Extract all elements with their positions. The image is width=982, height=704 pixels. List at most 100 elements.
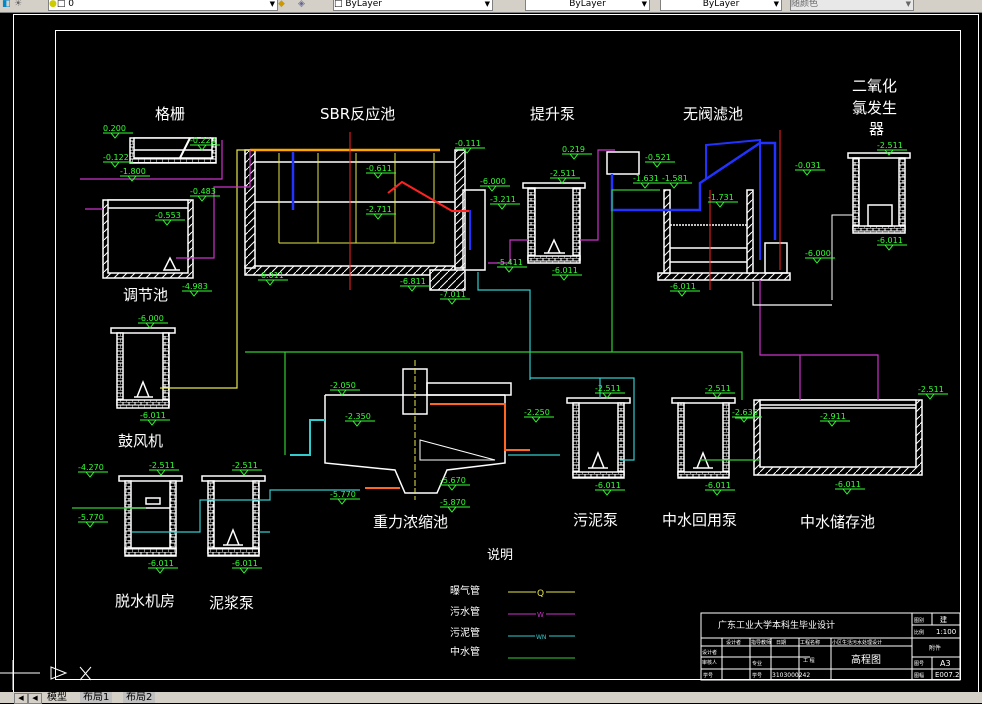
legend-label: 污水管 [450,605,480,618]
elevation-value: -0.521 [645,153,671,162]
elevation-mark: 0.219 [562,145,592,160]
label-thickener: 重力浓缩池 [373,513,448,531]
gravity-thickener [290,360,530,500]
project-name: 小区生活污水处理设计 [832,639,882,646]
elevation-triangle-icon [562,153,592,160]
elevation-mark: -6.000 [480,177,510,192]
legend-mark: W [537,611,544,619]
elevation-value: -6.011 [877,236,903,245]
clo2-generator [831,152,911,300]
elevation-value: -2.511 [232,461,258,470]
elevation-value: -0.553 [155,211,181,220]
elevation-value: 0.219 [562,145,585,154]
scale-value: 1:100 [936,628,956,636]
elevation-mark: -0.031 [795,161,825,176]
elevation-value: -5.770 [330,490,356,499]
elevation-value: -0.122 [103,153,129,162]
elevation-value: -6.011 [705,481,731,490]
elevation-mark: -7.011 [440,290,470,305]
elevation-value: -6.011 [595,481,621,490]
elevation-value: -2.511 [918,385,944,394]
elevation-mark: -2.511 [232,461,262,476]
elevation-value: -2.511 [877,141,903,150]
elevation-triangle-icon [705,489,735,496]
elevation-triangle-icon [877,244,907,251]
label-sbr: SBR反应池 [320,105,395,123]
tab-model[interactable]: 模型 [44,692,70,703]
elevation-triangle-icon [182,290,212,297]
legend-label: 污泥管 [450,626,480,639]
elevation-triangle-icon [645,161,675,168]
elevation-value: -2.511 [550,169,576,178]
elevation-value: -1.631 [633,174,659,183]
elevation-mark: -4.983 [182,282,212,297]
elevation-triangle-icon [490,203,520,210]
tab-first-icon[interactable]: ◀ [14,693,28,704]
elevation-mark: -6.011 [705,481,735,496]
elevation-mark: -0.483 [190,187,220,202]
elevation-value: -6.011 [148,559,174,568]
elevation-mark: -6.011 [595,481,625,496]
elevation-mark: -6.011 [670,282,700,297]
label-equalization: 调节池 [123,286,168,304]
sheet-size: A3 [940,659,951,668]
elevation-value: -6.000 [138,314,164,323]
slurry-pump-well [201,475,266,557]
right-label: 图别 [914,617,924,624]
tab-layout1[interactable]: 布局1 [80,692,113,703]
elevation-value: -2.636 [732,408,758,417]
reuse-pump-well [671,397,736,479]
elevation-value: -0.031 [795,161,821,170]
elevation-value: -1.800 [120,167,146,176]
label-lift-pump: 提升泵 [530,105,575,123]
elevation-value: -5.870 [440,498,466,507]
elevation-triangle-icon [524,416,554,423]
legend-label: 曝气管 [450,584,480,597]
school-name: 广东工业大学本科生毕业设计 [718,619,835,631]
header-cell: 设计者 [726,639,741,646]
elevation-mark: -4.270 [78,463,108,478]
tab-layout2[interactable]: 布局2 [123,692,156,703]
elevation-mark: -6.000 [138,314,168,329]
drain-pipe [752,282,832,306]
label-reuse-tank: 中水储存池 [800,513,875,531]
right-label: 图幅 [914,672,924,679]
elevation-value: -2.711 [366,205,392,214]
elevation-value: -5.411 [497,258,523,267]
elevation-triangle-icon [552,274,582,281]
elevation-mark: -6.011 [552,266,582,281]
drawing-number: E007.2 [935,671,959,679]
legend-mark: Q [537,589,544,599]
elevation-triangle-icon [232,567,262,574]
elevation-mark: -6.011 [835,480,865,495]
elevation-triangle-icon [366,213,396,220]
elevation-triangle-icon [662,182,692,189]
elevation-mark: -2.711 [366,205,396,220]
legend-mark: WN [536,634,546,641]
elevation-value: -0.111 [455,139,481,148]
elevation-mark: -3.211 [490,195,520,210]
elevation-mark: -5.870 [440,498,470,513]
elevation-value: -1.731 [708,193,734,202]
header-cell: 指导教师 [751,639,771,646]
label-valveless-filter: 无阀滤池 [683,105,743,123]
elevation-triangle-icon [795,169,825,176]
elevation-triangle-icon [345,420,375,427]
elevation-triangle-icon [258,279,288,286]
elevation-triangle-icon [440,298,470,305]
elevation-value: -5.670 [440,476,466,485]
elevation-value: -4.983 [182,282,208,291]
legend-label: 中水管 [450,645,480,658]
cell: 专业 [752,660,762,667]
cell: 学号 [752,672,762,679]
elevation-mark: -6.011 [148,559,178,574]
row-label: 设计者 [702,649,717,656]
elevation-value: -6.811 [400,277,426,286]
elevation-mark: -0.122 [103,153,133,168]
elevation-triangle-icon [149,469,179,476]
elevation-mark: -0.521 [645,153,675,168]
label-slurry-pump: 泥浆泵 [209,594,254,612]
tab-prev-icon[interactable]: ◀ [28,693,42,704]
elevation-mark: -6.011 [232,559,262,574]
right-label: 图号 [914,661,924,667]
